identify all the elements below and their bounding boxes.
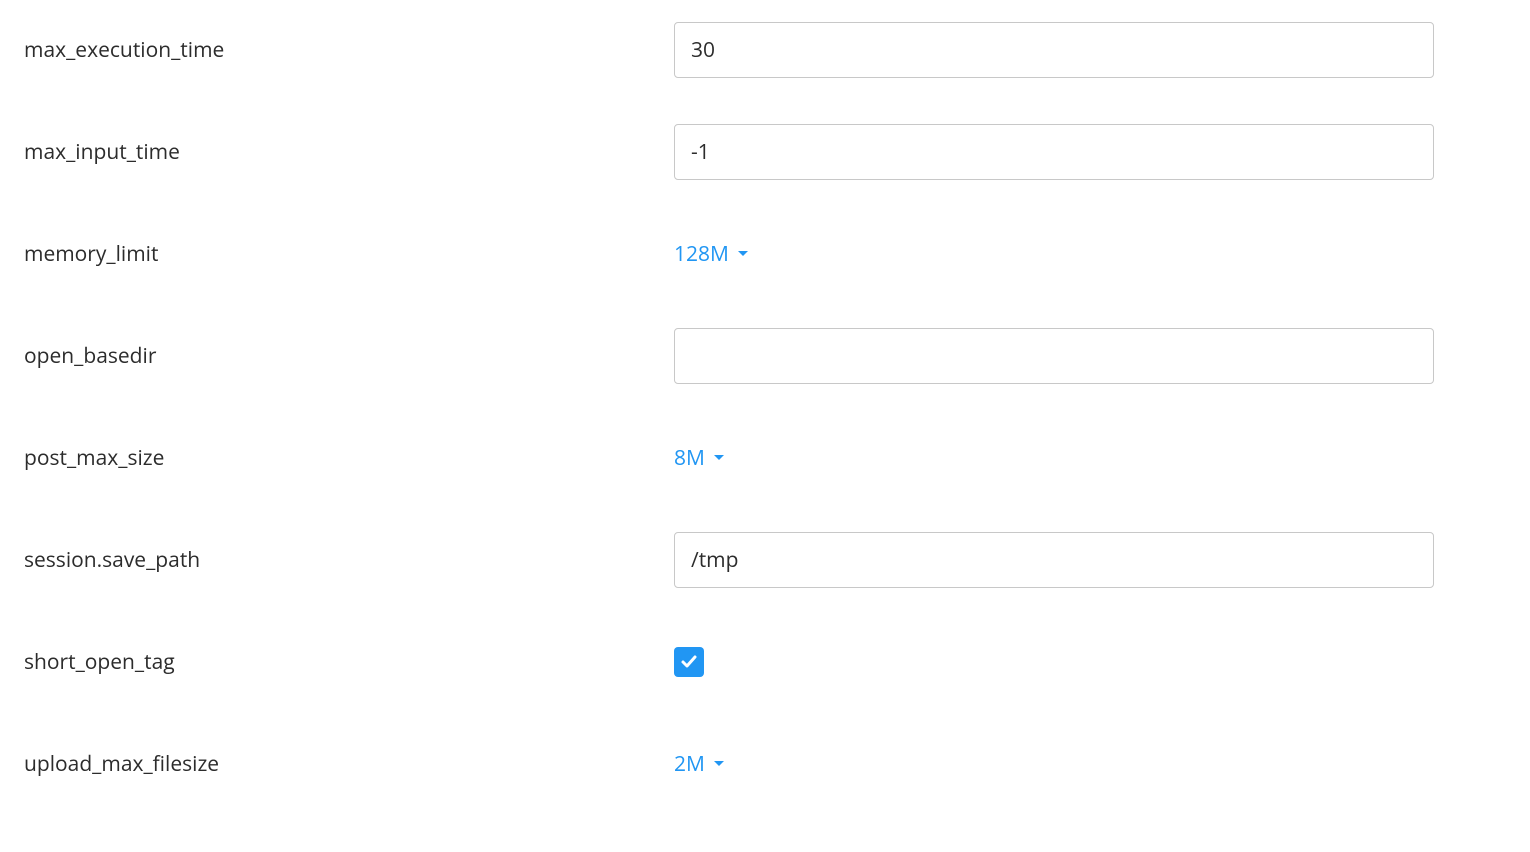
- dropdown-upload-max-filesize[interactable]: 2M: [674, 750, 725, 778]
- row-session-save-path: session.save_path: [24, 530, 1506, 590]
- label-post-max-size: post_max_size: [24, 444, 674, 472]
- row-short-open-tag: short_open_tag: [24, 632, 1506, 692]
- input-open-basedir[interactable]: [674, 328, 1434, 384]
- row-open-basedir: open_basedir: [24, 326, 1506, 386]
- dropdown-memory-limit[interactable]: 128M: [674, 240, 749, 268]
- control-max-execution-time: [674, 22, 1506, 78]
- label-max-execution-time: max_execution_time: [24, 36, 674, 64]
- input-session-save-path[interactable]: [674, 532, 1434, 588]
- input-max-execution-time[interactable]: [674, 22, 1434, 78]
- control-memory-limit: 128M: [674, 240, 1506, 268]
- check-icon: [679, 652, 699, 672]
- row-max-input-time: max_input_time: [24, 122, 1506, 182]
- label-memory-limit: memory_limit: [24, 240, 674, 268]
- control-upload-max-filesize: 2M: [674, 750, 1506, 778]
- label-open-basedir: open_basedir: [24, 342, 674, 370]
- control-session-save-path: [674, 532, 1506, 588]
- dropdown-value-upload-max-filesize: 2M: [674, 750, 705, 778]
- checkbox-short-open-tag[interactable]: [674, 647, 704, 677]
- row-upload-max-filesize: upload_max_filesize 2M: [24, 734, 1506, 794]
- row-max-execution-time: max_execution_time: [24, 20, 1506, 80]
- control-open-basedir: [674, 328, 1506, 384]
- label-short-open-tag: short_open_tag: [24, 648, 674, 676]
- input-max-input-time[interactable]: [674, 124, 1434, 180]
- control-post-max-size: 8M: [674, 444, 1506, 472]
- chevron-down-icon: [713, 454, 725, 462]
- row-memory-limit: memory_limit 128M: [24, 224, 1506, 284]
- dropdown-value-memory-limit: 128M: [674, 240, 729, 268]
- label-max-input-time: max_input_time: [24, 138, 674, 166]
- dropdown-value-post-max-size: 8M: [674, 444, 705, 472]
- chevron-down-icon: [713, 760, 725, 768]
- control-max-input-time: [674, 124, 1506, 180]
- control-short-open-tag: [674, 647, 1506, 677]
- chevron-down-icon: [737, 250, 749, 258]
- row-post-max-size: post_max_size 8M: [24, 428, 1506, 488]
- label-session-save-path: session.save_path: [24, 546, 674, 574]
- label-upload-max-filesize: upload_max_filesize: [24, 750, 674, 778]
- dropdown-post-max-size[interactable]: 8M: [674, 444, 725, 472]
